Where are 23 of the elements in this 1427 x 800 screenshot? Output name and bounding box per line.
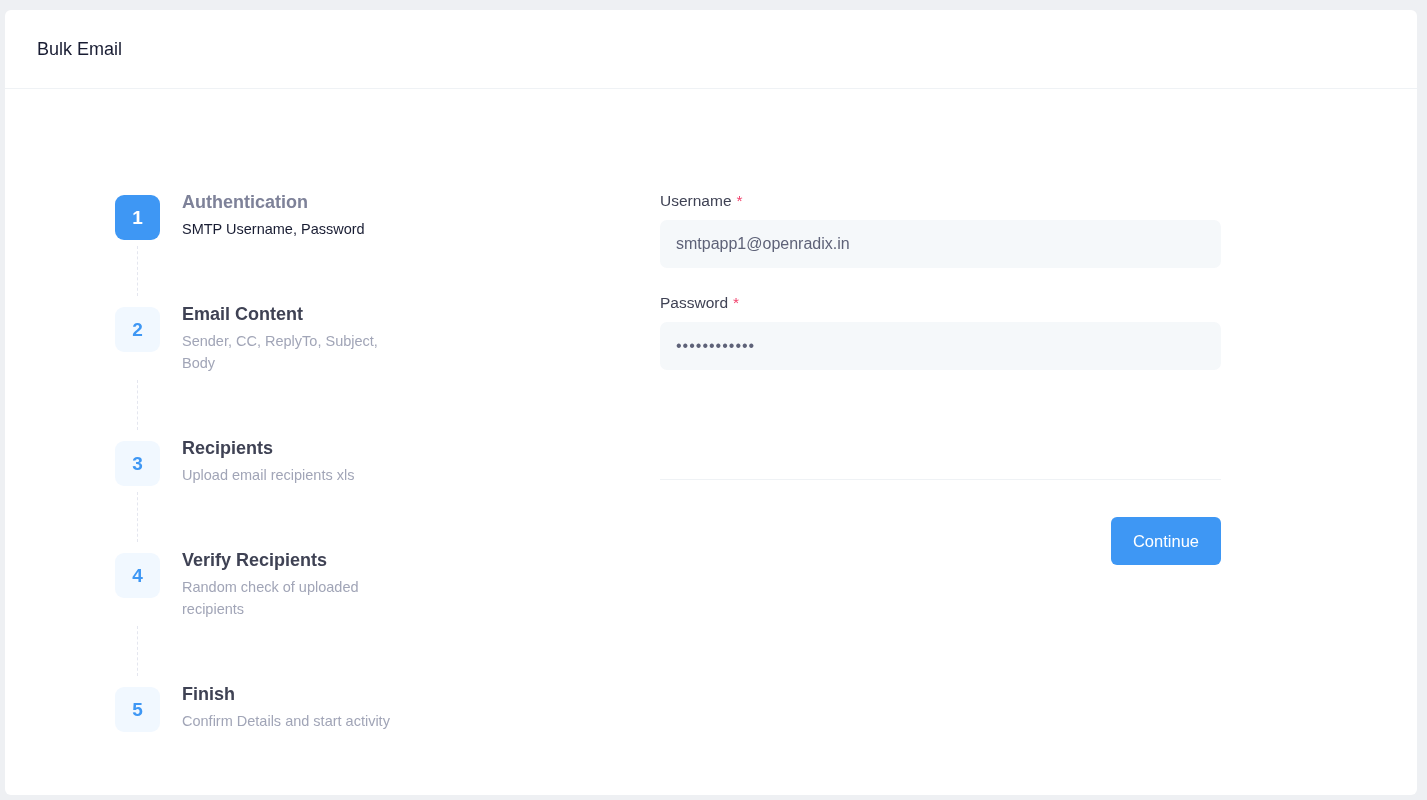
field-label: Password [660,294,729,312]
step-number[interactable]: 5 [115,687,160,732]
step-number[interactable]: 2 [115,307,160,352]
step-title: Email Content [182,304,304,325]
step-number[interactable]: 3 [115,441,160,486]
step-title: Finish [182,684,236,705]
input-field[interactable]: •••••••••••• [660,322,1221,370]
page-title: Bulk Email [37,38,123,60]
continue-button[interactable]: Continue [1110,517,1221,565]
required-mark: * [736,192,743,210]
required-mark: * [733,294,740,312]
step-number[interactable]: 4 [115,553,160,598]
step-description: Confirm Details and start activity [182,712,391,731]
step-title: Verify Recipients [182,550,329,571]
step-description: Upload email recipients xls [182,466,356,485]
field-label: Username [660,192,732,210]
step-title: Authentication [182,192,309,213]
step-description: Sender, CC, ReplyTo, Subject, Body [182,332,379,373]
step-description: SMTP Username, Password [182,220,366,239]
input-field[interactable]: smtpapp1@openradix.in [660,220,1221,268]
step-description: Random check of uploaded recipients [182,578,360,619]
step-title: Recipients [182,438,275,459]
step-number[interactable]: 1 [115,195,160,240]
